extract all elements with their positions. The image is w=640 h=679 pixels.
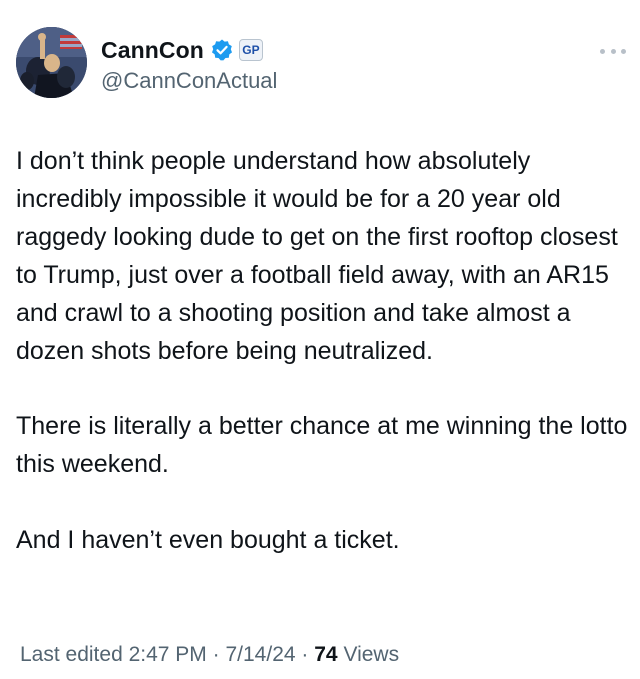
name-row: CannCon GP <box>101 34 277 66</box>
views-count[interactable]: 74 <box>314 643 337 666</box>
tweet-card: CannCon GP @CannConActual I don’t think … <box>0 0 640 679</box>
tweet-paragraph: I don’t think people understand how abso… <box>16 147 618 365</box>
author-header: CannCon GP @CannConActual <box>101 34 277 94</box>
avatar-image <box>16 27 87 98</box>
user-handle[interactable]: @CannConActual <box>101 68 277 94</box>
tweet-meta: Last edited 2:47 PM · 7/14/24 · 74 Views <box>20 643 399 667</box>
edited-label[interactable]: Last edited <box>20 643 123 666</box>
avatar[interactable] <box>16 27 87 98</box>
views-label[interactable]: Views <box>343 643 399 666</box>
more-horizontal-icon[interactable] <box>600 46 626 56</box>
affiliate-badge[interactable]: GP <box>238 39 263 61</box>
tweet-paragraph: There is literally a better chance at me… <box>16 412 628 479</box>
tweet-time[interactable]: 2:47 PM <box>129 643 207 666</box>
tweet-text: I don’t think people understand how abso… <box>16 143 628 560</box>
verified-badge-icon <box>210 38 234 62</box>
tweet-paragraph: And I haven’t even bought a ticket. <box>16 526 400 555</box>
meta-separator: · <box>212 643 226 666</box>
tweet-date[interactable]: 7/14/24 <box>225 643 295 666</box>
display-name[interactable]: CannCon <box>101 37 204 64</box>
meta-separator: · <box>301 643 315 666</box>
